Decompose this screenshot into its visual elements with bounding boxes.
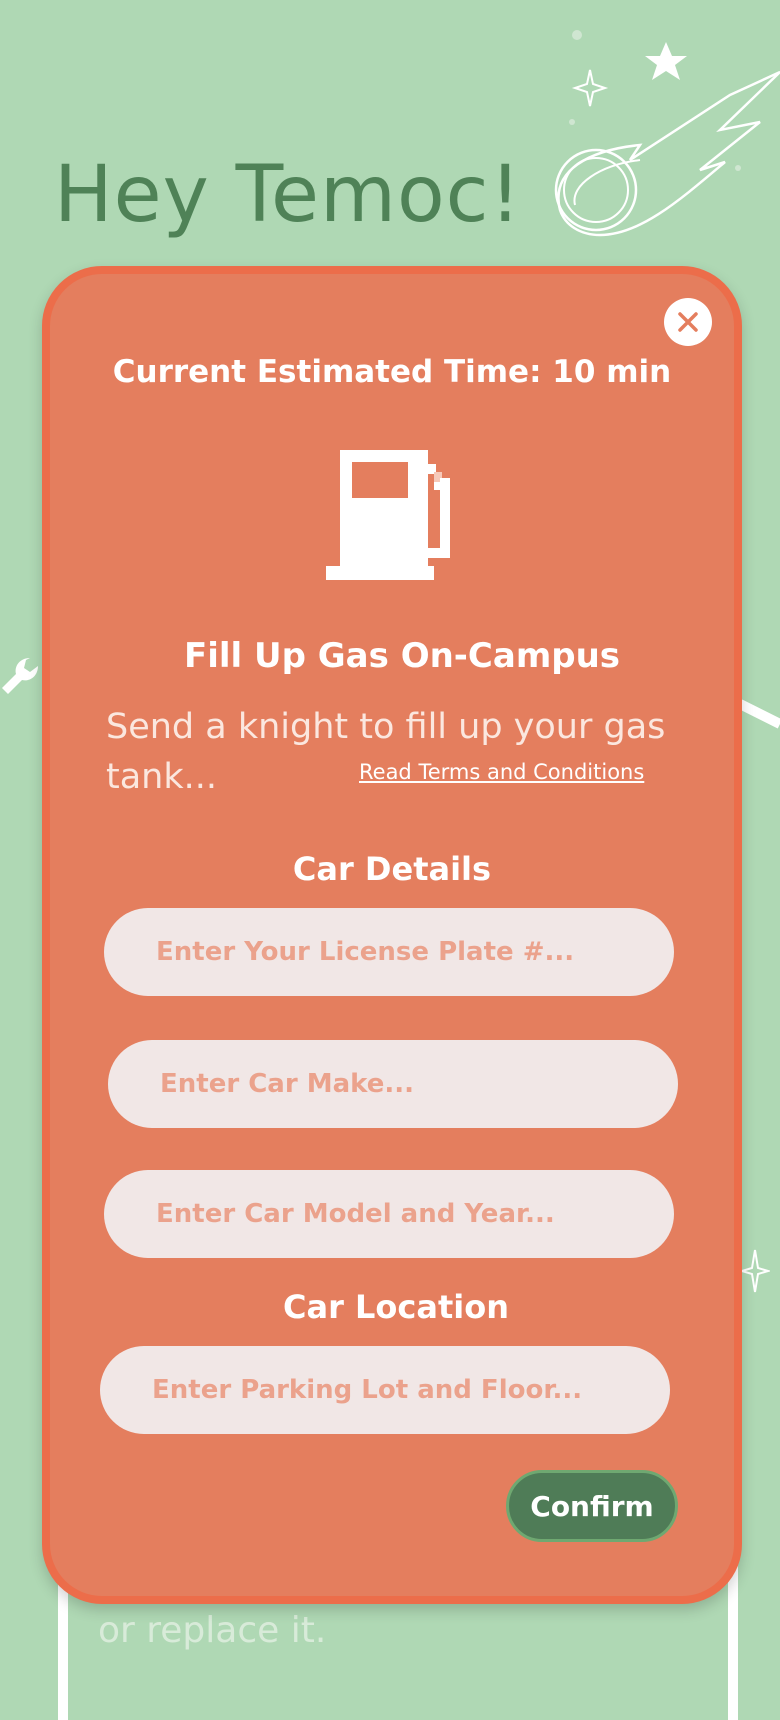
car-details-label: Car Details	[292, 850, 492, 888]
sparkle-icon	[740, 1249, 770, 1293]
comet-icon	[554, 30, 780, 237]
estimated-time: Current Estimated Time: 10 min	[112, 354, 672, 390]
confirm-button[interactable]: Confirm	[506, 1470, 678, 1542]
service-modal: Current Estimated Time: 10 min Fill Up G…	[42, 266, 742, 1604]
terms-link[interactable]: Read Terms and Conditions	[359, 760, 644, 784]
parking-location-field[interactable]	[100, 1346, 670, 1434]
gas-pump-icon	[326, 450, 450, 580]
close-icon	[678, 312, 698, 332]
greeting-heading: Hey Temoc!	[54, 150, 522, 240]
parking-location-input[interactable]	[150, 1374, 670, 1406]
car-location-label: Car Location	[283, 1288, 509, 1326]
service-description: Send a knight to fill up your gas tank..…	[106, 707, 666, 797]
car-make-input[interactable]	[158, 1068, 678, 1100]
license-plate-field[interactable]	[104, 908, 674, 996]
stripe-decoration	[740, 699, 780, 729]
close-button[interactable]	[664, 298, 712, 346]
car-model-input[interactable]	[154, 1198, 674, 1230]
car-model-field[interactable]	[104, 1170, 674, 1258]
license-plate-input[interactable]	[154, 936, 674, 968]
background-card-text: or replace it.	[98, 1610, 327, 1651]
service-title: Fill Up Gas On-Campus	[183, 636, 621, 676]
wrench-icon	[2, 658, 38, 694]
car-make-field[interactable]	[108, 1040, 678, 1128]
